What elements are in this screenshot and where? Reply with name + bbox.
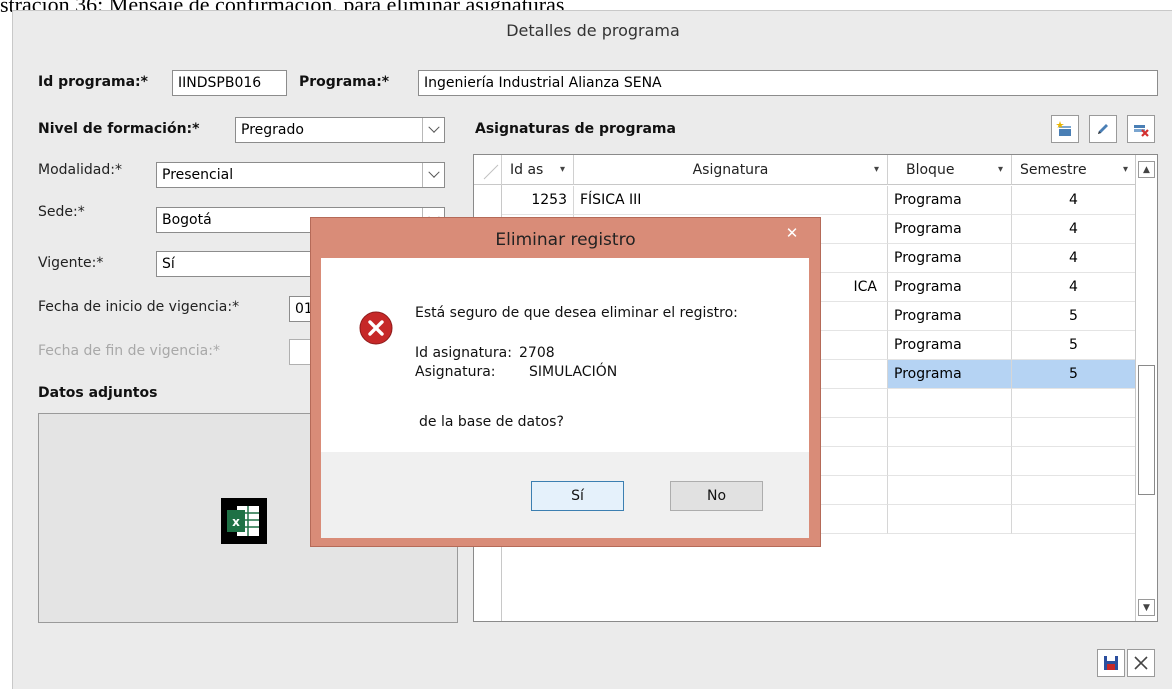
- modalidad-label: Modalidad:*: [38, 162, 122, 178]
- cell-semestre[interactable]: 5: [1012, 331, 1136, 360]
- cell-semestre[interactable]: 4: [1012, 215, 1136, 244]
- vigente-label: Vigente:*: [38, 255, 104, 271]
- save-icon: [1104, 656, 1118, 670]
- table-row[interactable]: 1253 FÍSICA III Programa 4: [502, 186, 1136, 215]
- delete-confirm-dialog: Eliminar registro ✕ Está seguro de que d…: [310, 217, 821, 547]
- delete-record-button[interactable]: [1127, 115, 1155, 143]
- col-asignatura[interactable]: Asignatura ▾: [574, 155, 888, 185]
- sede-label: Sede:*: [38, 204, 85, 220]
- cell-semestre[interactable]: 5: [1012, 302, 1136, 331]
- sort-icon: ▾: [1122, 164, 1128, 175]
- asignaturas-title: Asignaturas de programa: [475, 121, 676, 137]
- chevron-down-icon[interactable]: [422, 118, 444, 142]
- cell-semestre[interactable]: 5: [1012, 360, 1136, 389]
- col-semestre[interactable]: Semestre ▾: [1012, 155, 1136, 185]
- modalidad-select[interactable]: Presencial: [156, 162, 445, 188]
- error-icon: [359, 311, 393, 345]
- programa-field[interactable]: Ingeniería Industrial Alianza SENA: [418, 70, 1158, 96]
- cell-asignatura[interactable]: FÍSICA III: [574, 186, 888, 215]
- cell-semestre[interactable]: 4: [1012, 244, 1136, 273]
- cell-bloque[interactable]: Programa: [888, 186, 1012, 215]
- nivel-select[interactable]: Pregrado: [235, 117, 445, 143]
- modalidad-value: Presencial: [162, 167, 234, 183]
- cell-bloque[interactable]: Programa: [888, 273, 1012, 302]
- programa-label: Programa:*: [299, 74, 390, 90]
- add-record-button[interactable]: [1051, 115, 1079, 143]
- id-programa-label: Id programa:*: [38, 74, 148, 90]
- dialog-body: Está seguro de que desea eliminar el reg…: [321, 258, 809, 452]
- datos-adjuntos-label: Datos adjuntos: [38, 385, 158, 401]
- grid-scrollbar[interactable]: ▲ ▼: [1135, 155, 1157, 621]
- scroll-down-icon[interactable]: ▼: [1138, 599, 1155, 616]
- sort-icon: ▾: [873, 164, 879, 175]
- id-programa-field[interactable]: IINDSPB016: [172, 70, 287, 96]
- cell-semestre[interactable]: 4: [1012, 273, 1136, 302]
- fecha-inicio-label: Fecha de inicio de vigencia:*: [38, 299, 240, 315]
- col-semestre-label: Semestre: [1020, 162, 1087, 178]
- cell-bloque[interactable]: Programa: [888, 302, 1012, 331]
- add-record-icon: [1056, 121, 1071, 136]
- yes-button[interactable]: Sí: [531, 481, 624, 511]
- dialog-footer: Sí No: [321, 452, 809, 538]
- nivel-label: Nivel de formación:*: [38, 121, 200, 137]
- close-icon: [1134, 656, 1148, 670]
- dialog-close-button[interactable]: ✕: [770, 218, 814, 248]
- asignatura-label: Asignatura:: [415, 364, 496, 380]
- asignatura-value: SIMULACIÓN: [529, 364, 618, 380]
- cell-bloque[interactable]: Programa: [888, 331, 1012, 360]
- no-button[interactable]: No: [670, 481, 763, 511]
- col-id[interactable]: Id as ▾: [502, 155, 574, 185]
- save-button[interactable]: [1097, 649, 1125, 677]
- col-bloque[interactable]: Bloque ▾: [888, 155, 1012, 185]
- dialog-message: Está seguro de que desea eliminar el reg…: [415, 305, 738, 321]
- sort-icon: ▾: [559, 164, 565, 175]
- cell-id[interactable]: 1253: [502, 186, 574, 215]
- dialog-question: de la base de datos?: [419, 414, 564, 430]
- nivel-value: Pregrado: [241, 122, 304, 138]
- scroll-thumb[interactable]: [1138, 365, 1155, 495]
- chevron-down-icon[interactable]: [422, 163, 444, 187]
- cell-bloque[interactable]: Programa: [888, 244, 1012, 273]
- edit-record-button[interactable]: [1089, 115, 1117, 143]
- cell-bloque[interactable]: Programa: [888, 360, 1012, 389]
- scroll-up-icon[interactable]: ▲: [1138, 161, 1155, 178]
- close-icon: ✕: [785, 224, 799, 242]
- sede-value: Bogotá: [162, 212, 212, 228]
- cell-bloque[interactable]: Programa: [888, 215, 1012, 244]
- vigente-value: Sí: [162, 256, 175, 272]
- window-title: Detalles de programa: [506, 21, 680, 40]
- excel-file-icon[interactable]: x: [221, 498, 267, 544]
- svg-text:x: x: [232, 515, 240, 529]
- id-asignatura-label: Id asignatura:: [415, 345, 512, 361]
- fecha-fin-label: Fecha de fin de vigencia:*: [38, 343, 220, 359]
- select-all-corner[interactable]: [474, 155, 502, 185]
- close-form-button[interactable]: [1127, 649, 1155, 677]
- cell-semestre[interactable]: 4: [1012, 186, 1136, 215]
- col-bloque-label: Bloque: [906, 162, 955, 178]
- pencil-icon: [1098, 124, 1108, 134]
- dialog-title: Eliminar registro: [495, 230, 636, 250]
- col-id-label: Id as: [510, 162, 544, 178]
- grid-header: Id as ▾ Asignatura ▾ Bloque ▾ Semestre ▾: [474, 155, 1136, 185]
- col-asignatura-label: Asignatura: [692, 162, 769, 178]
- id-asignatura-value: 2708: [519, 345, 555, 361]
- delete-record-icon: [1134, 125, 1149, 137]
- sort-icon: ▾: [997, 164, 1003, 175]
